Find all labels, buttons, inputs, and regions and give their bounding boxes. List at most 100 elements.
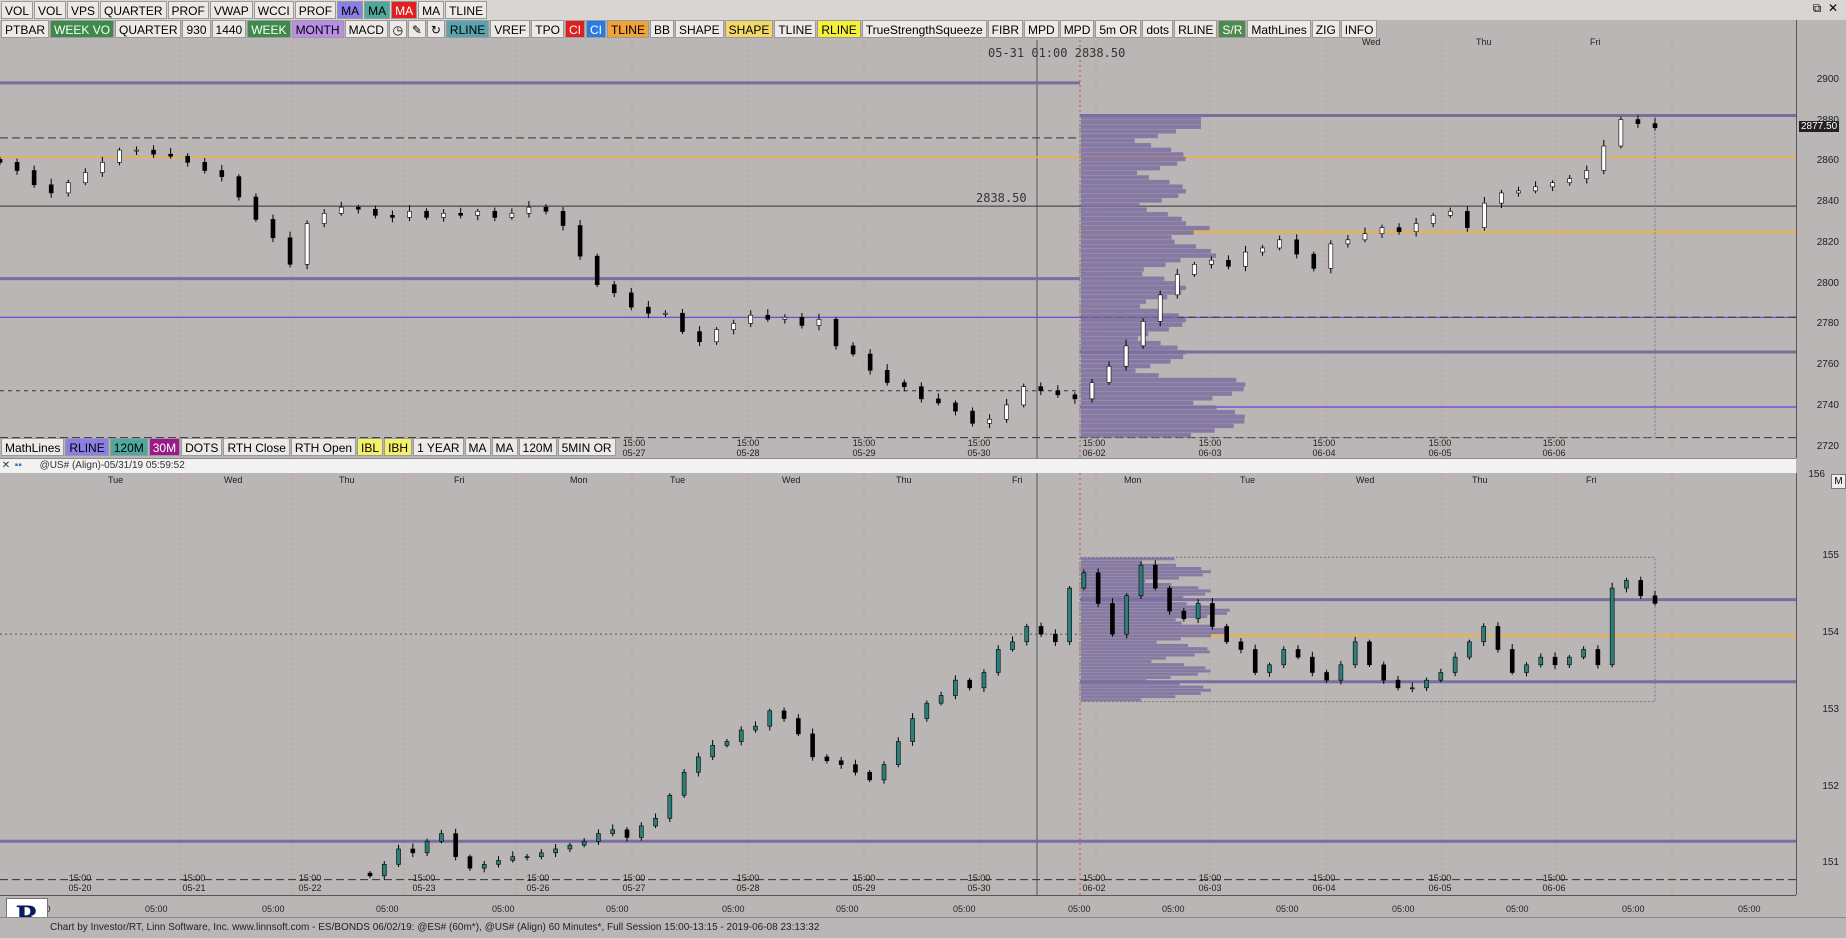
toolbar-button-rline[interactable]: RLINE	[65, 438, 109, 456]
candle-body	[987, 418, 992, 424]
pen-icon[interactable]: ✎	[407, 20, 426, 38]
toolbar-button-1-year[interactable]: 1 YEAR	[413, 438, 464, 456]
top-price-scale[interactable]: 2900288028602840282028002780276027402720…	[1796, 20, 1846, 458]
volume-profile-bar	[1081, 331, 1149, 337]
toolbar-button-rth-open[interactable]: RTH Open	[290, 438, 357, 456]
close-window-icon[interactable]: ✕	[1825, 1, 1841, 15]
toolbar-button-mpd[interactable]: MPD	[1024, 20, 1059, 38]
volume-profile-bar	[1081, 198, 1162, 203]
toolbar-button-ibl[interactable]: IBL	[357, 438, 384, 456]
volume-profile-bar	[1081, 373, 1159, 378]
toolbar-button-rline[interactable]: RLINE	[1174, 20, 1218, 38]
price-tick: 2780	[1816, 318, 1839, 330]
toolbar-button-info[interactable]: INFO	[1340, 20, 1378, 38]
toolbar-button-prof[interactable]: PROF	[294, 1, 337, 19]
top-chart-pane[interactable]: Wed Thu Fri 05-31 01:00 2838.50 2838.50 15…	[0, 37, 1796, 458]
toolbar-button-quarter[interactable]: QUARTER	[115, 20, 182, 38]
toolbar-button-tline[interactable]: TLINE	[445, 1, 488, 19]
toolbar-button-shape[interactable]: SHAPE	[674, 20, 724, 38]
candle-body	[1609, 587, 1615, 666]
candle-body	[1362, 233, 1368, 241]
volume-profile-bar	[1081, 682, 1180, 686]
toolbar-button-truestrengthsqueeze[interactable]: TrueStrengthSqueeze	[861, 20, 987, 38]
volume-profile-bar	[1081, 423, 1234, 429]
toolbar-button-ma[interactable]: MA	[364, 1, 391, 19]
price-tick: 152	[1822, 780, 1839, 792]
toolbar-button-rline[interactable]: RLINE	[445, 20, 490, 38]
settings-icon[interactable]: ▪▪	[15, 459, 37, 473]
toolbar-button-zig[interactable]: ZIG	[1311, 20, 1340, 38]
toolbar-button-bb[interactable]: BB	[649, 20, 674, 38]
toolbar-button-macd[interactable]: MACD	[344, 20, 388, 38]
candle-body	[638, 825, 644, 838]
toolbar-button-quarter[interactable]: QUARTER	[100, 1, 167, 19]
toolbar-button-120m[interactable]: 120M	[518, 438, 557, 456]
bonds-price-chart[interactable]	[0, 473, 1796, 895]
time-label: 15:00 05-21	[174, 873, 214, 893]
toolbar-button-930[interactable]: 930	[182, 20, 211, 38]
toolbar-button-s-r[interactable]: S/R	[1218, 20, 1247, 38]
toolbar-button-ma[interactable]: MA	[418, 1, 445, 19]
toolbar-button-mathlines[interactable]: MathLines	[1, 438, 65, 456]
toolbar-button-vwap[interactable]: VWAP	[209, 1, 253, 19]
toolbar-button-week-vo[interactable]: WEEK VO	[50, 20, 115, 38]
candle-body	[767, 710, 773, 727]
toolbar-button-dots[interactable]: DOTS	[181, 438, 223, 456]
restore-icon[interactable]: ⧉	[1809, 1, 1825, 16]
candle-body	[799, 317, 805, 326]
candle-body	[553, 848, 558, 854]
rotate-icon[interactable]: ↻	[426, 20, 445, 38]
toolbar-button-vol[interactable]: VOL	[1, 1, 34, 19]
volume-profile-bar	[1081, 147, 1172, 152]
toolbar-button-dots[interactable]: dots	[1142, 20, 1174, 38]
toolbar-button-shape[interactable]: SHAPE	[724, 20, 774, 38]
toolbar-button-ma[interactable]: MA	[464, 438, 491, 456]
toolbar-button-ibh[interactable]: IBH	[384, 438, 413, 456]
toolbar-button-30m[interactable]: 30M	[148, 438, 181, 456]
toolbar-button-mathlines[interactable]: MathLines	[1247, 20, 1311, 38]
toolbar-button-tpo[interactable]: TPO	[531, 20, 564, 38]
candle-body	[1452, 656, 1458, 673]
toolbar-button-ci[interactable]: CI	[564, 20, 585, 38]
candle-body	[724, 741, 730, 746]
close-icon[interactable]: ✕	[0, 459, 12, 473]
toolbar-button-tline[interactable]: TLINE	[606, 20, 649, 38]
candle-body	[1652, 123, 1658, 128]
toolbar-button-wcci[interactable]: WCCI	[253, 1, 294, 19]
toolbar-button-5m-or[interactable]: 5m OR	[1095, 20, 1142, 38]
toolbar-button-ci[interactable]: CI	[585, 20, 606, 38]
toolbar-button-week[interactable]: WEEK	[247, 20, 291, 38]
toolbar-button-fibr[interactable]: FIBR	[987, 20, 1024, 38]
toolbar-button-mpd[interactable]: MPD	[1059, 20, 1095, 38]
candle-body	[304, 223, 310, 265]
toolbar-button-rline[interactable]: RLINE	[817, 20, 861, 38]
time-label-date: 05-28	[736, 883, 760, 893]
es-price-chart[interactable]	[0, 40, 1796, 458]
bottom-chart-pane[interactable]: Tue Wed Thu Fri Mon Tue Wed Thu Fri Mon Tue Wed Thu F…	[0, 473, 1796, 895]
candle-body	[594, 255, 600, 285]
volume-profile-bar	[1081, 419, 1245, 424]
candle-body	[838, 760, 844, 765]
toolbar-button-vps[interactable]: VPS	[67, 1, 100, 19]
toolbar-button-month[interactable]: MONTH	[291, 20, 344, 38]
day-label: Thu	[1476, 37, 1492, 47]
bottom-price-scale[interactable]: M 156 155 154 153 152 151	[1796, 469, 1846, 895]
candle-body	[1595, 649, 1601, 666]
toolbar-button-ma[interactable]: MA	[337, 1, 364, 19]
toolbar-button-ma[interactable]: MA	[391, 1, 418, 19]
scale-mode-button[interactable]: M	[1831, 474, 1846, 489]
clock-icon[interactable]: ◷	[388, 20, 407, 38]
toolbar-button-1440[interactable]: 1440	[211, 20, 247, 38]
toolbar-button-5min-or[interactable]: 5MIN OR	[557, 438, 616, 456]
toolbar-button-vol[interactable]: VOL	[34, 1, 67, 19]
time-label-hour: 15:00	[852, 873, 876, 883]
toolbar-button-ma[interactable]: MA	[491, 438, 518, 456]
toolbar-button-vref[interactable]: VREF	[490, 20, 531, 38]
time-label-hour: 15:00	[1312, 438, 1336, 448]
toolbar-button-ptbar[interactable]: PTBAR	[1, 20, 50, 38]
toolbar-button-rth-close[interactable]: RTH Close	[223, 438, 290, 456]
toolbar-button-tline[interactable]: TLINE	[774, 20, 817, 38]
toolbar-button-120m[interactable]: 120M	[109, 438, 148, 456]
toolbar-button-prof[interactable]: PROF	[167, 1, 209, 19]
candle-body	[697, 331, 702, 343]
